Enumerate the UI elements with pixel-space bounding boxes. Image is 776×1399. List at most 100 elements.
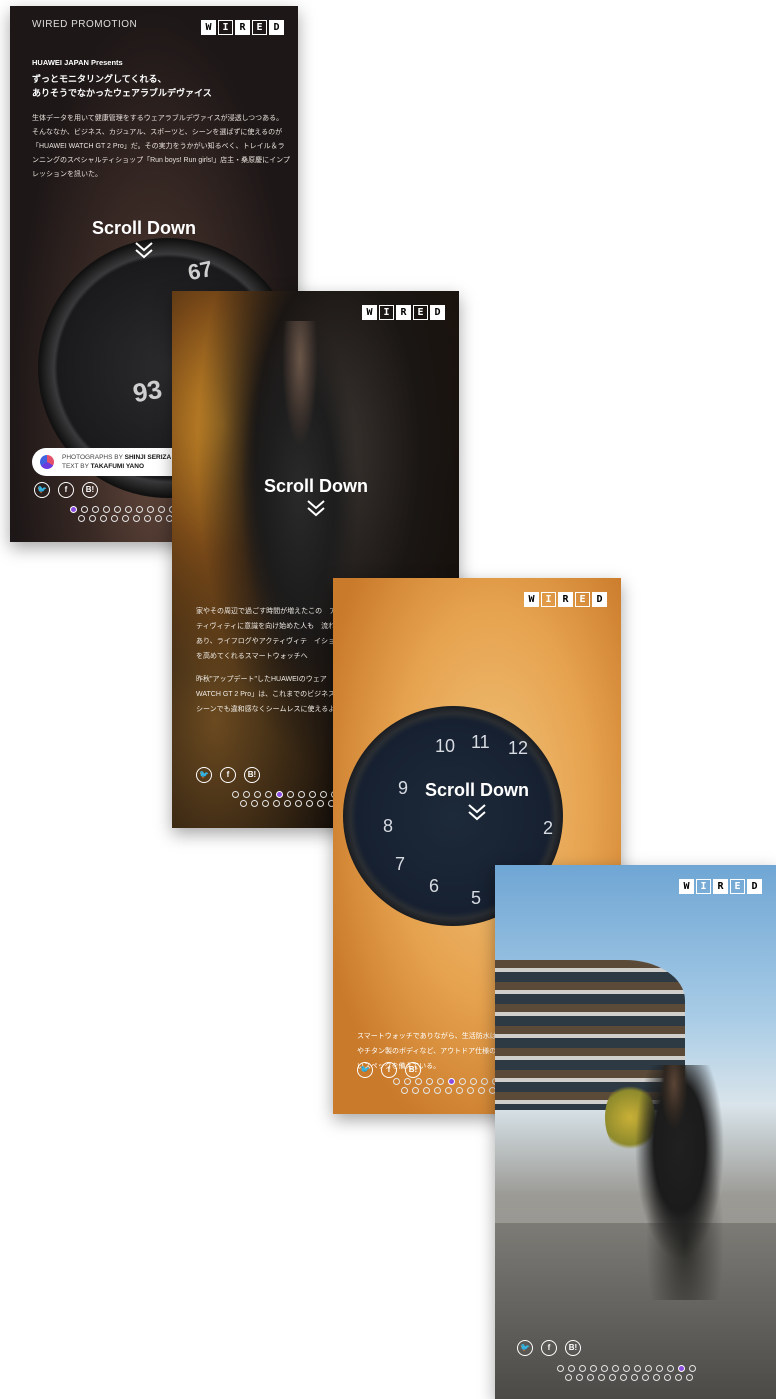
pager-dot[interactable] <box>136 506 143 513</box>
facebook-icon[interactable]: f <box>220 767 236 783</box>
pager-dot[interactable] <box>587 1374 594 1381</box>
hatena-bookmark-icon[interactable]: B! <box>244 767 260 783</box>
pager-dot[interactable] <box>448 1078 455 1085</box>
pager-dot[interactable] <box>415 1078 422 1085</box>
pager-dot[interactable] <box>412 1087 419 1094</box>
pager-dot[interactable] <box>664 1374 671 1381</box>
wired-logo[interactable]: W I R E D <box>679 879 762 894</box>
pager-dot[interactable] <box>254 791 261 798</box>
pager-dot[interactable] <box>317 800 324 807</box>
pager-dot[interactable] <box>284 800 291 807</box>
pager-dot[interactable] <box>265 791 272 798</box>
pager-dot[interactable] <box>81 506 88 513</box>
pager-dot[interactable] <box>144 515 151 522</box>
pager-dot[interactable] <box>645 1365 652 1372</box>
pager-dot[interactable] <box>653 1374 660 1381</box>
pager-dot[interactable] <box>620 1374 627 1381</box>
scroll-down-prompt[interactable]: Scroll Down <box>417 780 537 821</box>
pager-dot[interactable] <box>598 1374 605 1381</box>
pager-dot[interactable] <box>273 800 280 807</box>
pager-dot[interactable] <box>568 1365 575 1372</box>
pager-dot[interactable] <box>114 506 121 513</box>
pager-dot[interactable] <box>125 506 132 513</box>
pager-dot[interactable] <box>155 515 162 522</box>
twitter-icon[interactable]: 🐦 <box>196 767 212 783</box>
pager-dot[interactable] <box>601 1365 608 1372</box>
pager-dot[interactable] <box>122 515 129 522</box>
pager-dot[interactable] <box>295 800 302 807</box>
logo-letter: E <box>730 879 745 894</box>
pager-dot[interactable] <box>467 1087 474 1094</box>
scroll-down-prompt[interactable]: Scroll Down <box>84 218 204 259</box>
pager-dot[interactable] <box>251 800 258 807</box>
pager-dot[interactable] <box>667 1365 674 1372</box>
pager-dot[interactable] <box>306 800 313 807</box>
pager-dot[interactable] <box>565 1374 572 1381</box>
pager-dot[interactable] <box>401 1087 408 1094</box>
pager-dot[interactable] <box>426 1078 433 1085</box>
pager-dot[interactable] <box>656 1365 663 1372</box>
pager-dot[interactable] <box>133 515 140 522</box>
pager-dot[interactable] <box>437 1078 444 1085</box>
logo-letter: I <box>218 20 233 35</box>
pager-dot[interactable] <box>634 1365 641 1372</box>
twitter-icon[interactable]: 🐦 <box>34 482 50 498</box>
facebook-icon[interactable]: f <box>541 1340 557 1356</box>
pager-dot[interactable] <box>423 1087 430 1094</box>
pager-dot[interactable] <box>631 1374 638 1381</box>
pager-dot[interactable] <box>309 791 316 798</box>
pager-dot[interactable] <box>481 1078 488 1085</box>
pager-dot[interactable] <box>686 1374 693 1381</box>
pager-dot[interactable] <box>609 1374 616 1381</box>
pager-dot[interactable] <box>456 1087 463 1094</box>
pager-dot[interactable] <box>642 1374 649 1381</box>
scroll-down-label: Scroll Down <box>424 780 529 800</box>
pager-dot[interactable] <box>243 791 250 798</box>
hatena-bookmark-icon[interactable]: B! <box>565 1340 581 1356</box>
wired-logo[interactable]: W I R E D <box>362 305 445 320</box>
wired-logo[interactable]: W I R E D <box>524 592 607 607</box>
pager-dot[interactable] <box>678 1365 685 1372</box>
pager-dot[interactable] <box>590 1365 597 1372</box>
pager-dot[interactable] <box>675 1374 682 1381</box>
pager-dot[interactable] <box>147 506 154 513</box>
pager-dot[interactable] <box>579 1365 586 1372</box>
watch-number: 8 <box>383 816 394 836</box>
wired-logo[interactable]: W I R E D <box>201 20 284 35</box>
pager-dot[interactable] <box>434 1087 441 1094</box>
pager-dot[interactable] <box>232 791 239 798</box>
pager-dot[interactable] <box>404 1078 411 1085</box>
twitter-icon[interactable]: 🐦 <box>517 1340 533 1356</box>
pager-dot[interactable] <box>393 1078 400 1085</box>
pager-dot[interactable] <box>158 506 165 513</box>
pager-dot[interactable] <box>689 1365 696 1372</box>
pager-dot[interactable] <box>100 515 107 522</box>
hatena-bookmark-icon[interactable]: B! <box>82 482 98 498</box>
pager-dot[interactable] <box>612 1365 619 1372</box>
pager-dot[interactable] <box>557 1365 564 1372</box>
twitter-icon[interactable]: 🐦 <box>357 1062 373 1078</box>
pager-dot[interactable] <box>298 791 305 798</box>
pager-dot[interactable] <box>262 800 269 807</box>
presenter-label: HUAWEI JAPAN Presents <box>32 58 123 67</box>
pager-dot[interactable] <box>287 791 294 798</box>
scroll-down-prompt[interactable]: Scroll Down <box>256 476 376 517</box>
pager-dot[interactable] <box>445 1087 452 1094</box>
pager-dot[interactable] <box>276 791 283 798</box>
pager-dot[interactable] <box>103 506 110 513</box>
pager-dot[interactable] <box>240 800 247 807</box>
pager-dot[interactable] <box>576 1374 583 1381</box>
pager-dot[interactable] <box>111 515 118 522</box>
pager-dot[interactable] <box>78 515 85 522</box>
pager-dot[interactable] <box>459 1078 466 1085</box>
pager-dot[interactable] <box>320 791 327 798</box>
pager-dot[interactable] <box>70 506 77 513</box>
pager-dot[interactable] <box>478 1087 485 1094</box>
facebook-icon[interactable]: f <box>381 1062 397 1078</box>
pager-dot[interactable] <box>92 506 99 513</box>
pager-dot[interactable] <box>623 1365 630 1372</box>
hatena-bookmark-icon[interactable]: B! <box>405 1062 421 1078</box>
pager-dot[interactable] <box>89 515 96 522</box>
pager-dot[interactable] <box>470 1078 477 1085</box>
facebook-icon[interactable]: f <box>58 482 74 498</box>
